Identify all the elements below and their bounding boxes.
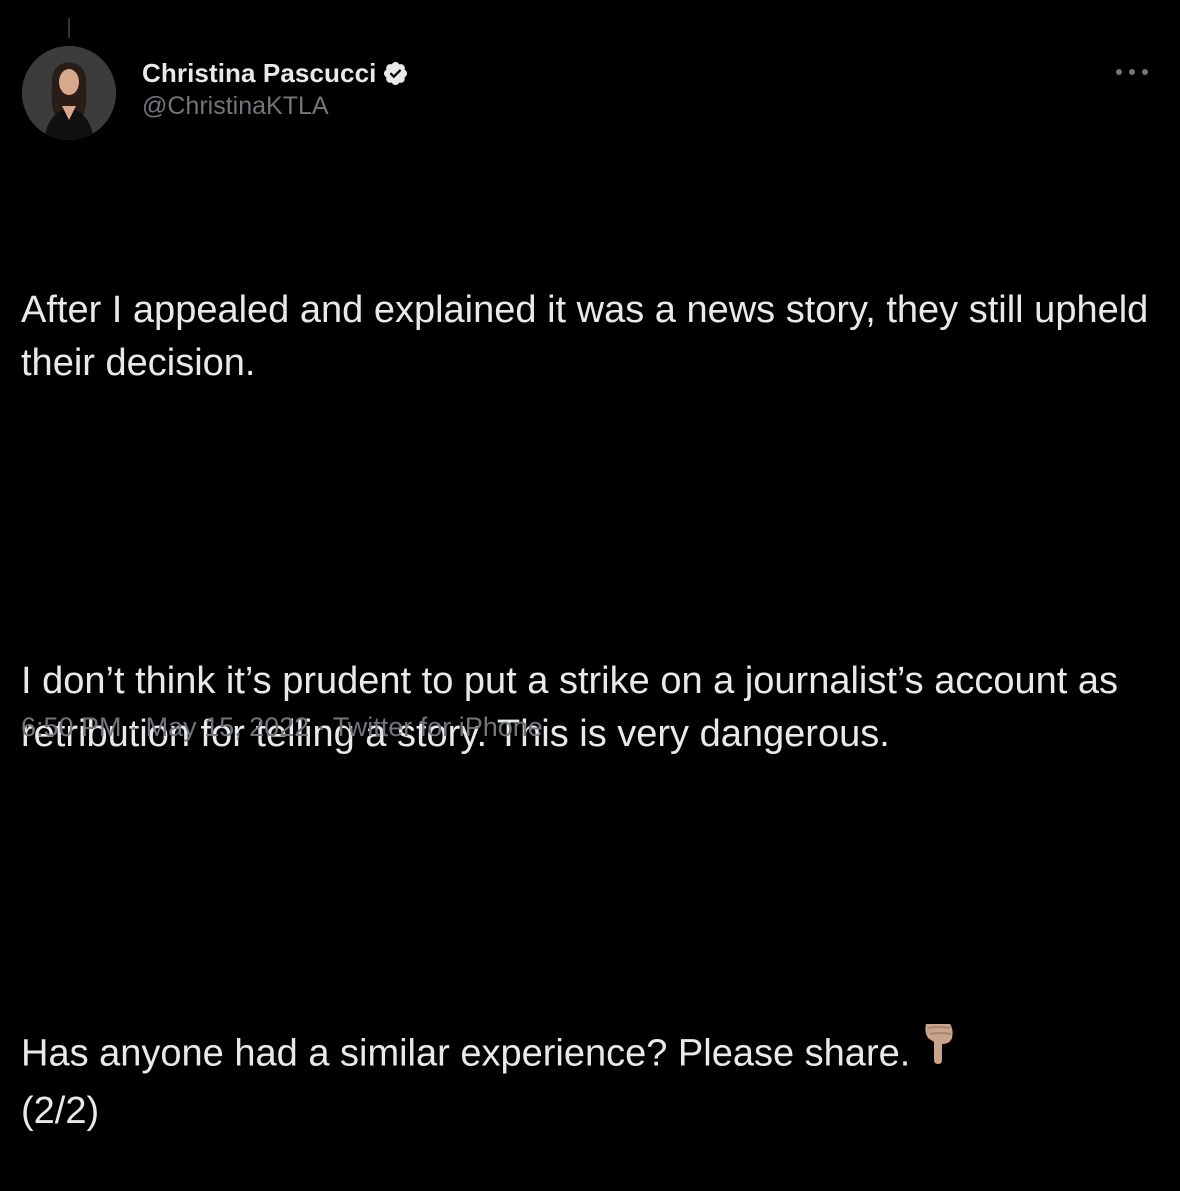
tweet-date[interactable]: May 15, 2022 (146, 712, 310, 742)
meta-separator: · (129, 712, 139, 742)
thread-counter: (2/2) (21, 1090, 100, 1132)
verified-badge-icon (384, 61, 408, 85)
name-row: Christina Pascucci (142, 56, 409, 90)
tweet-text: After I appealed and explained it was a … (21, 178, 1171, 1191)
thread-connector-line (68, 18, 70, 38)
tweet-paragraph-3-text: Has anyone had a similar experience? Ple… (21, 1032, 911, 1075)
avatar[interactable] (22, 46, 116, 140)
more-options-button[interactable] (1112, 60, 1152, 84)
tweet-paragraph-1: After I appealed and explained it was a … (21, 289, 1159, 384)
display-name[interactable]: Christina Pascucci (142, 58, 376, 89)
tweet-header: Christina Pascucci @ChristinaKTLA (142, 56, 409, 121)
tweet-paragraph-3: Has anyone had a similar experience? Ple… (21, 1024, 1171, 1138)
backhand-index-pointing-down-icon (920, 1020, 958, 1079)
user-handle[interactable]: @ChristinaKTLA (142, 92, 409, 121)
more-horizontal-icon (1116, 69, 1148, 75)
tweet-metadata: 6:50 PM · May 15, 2022 · Twitter for iPh… (21, 712, 543, 743)
tweet-time[interactable]: 6:50 PM (21, 712, 122, 742)
avatar-image (22, 46, 116, 140)
meta-separator: · (316, 712, 326, 742)
tweet-source[interactable]: Twitter for iPhone (333, 712, 543, 742)
tweet-paragraph-2: I don’t think it’s prudent to put a stri… (21, 660, 1129, 755)
